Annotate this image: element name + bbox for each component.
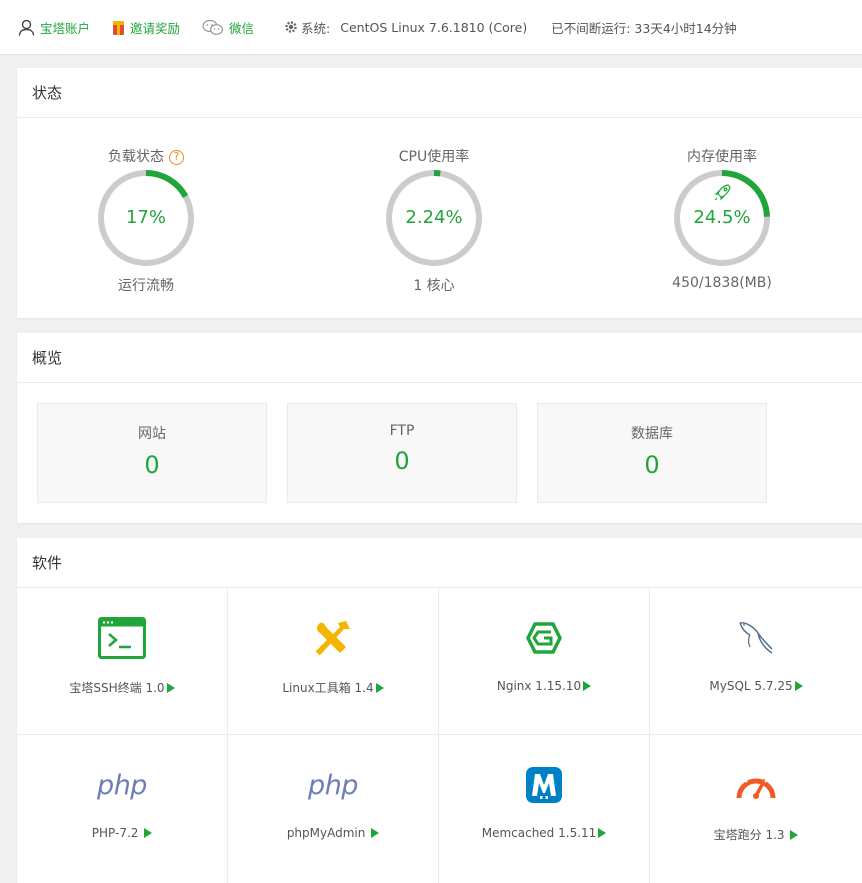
rocket-icon[interactable] [714,184,731,201]
software-item-ssh[interactable]: 宝塔SSH终端 1.0 [17,588,228,735]
gear-icon [285,21,297,33]
status-title: 状态 [17,68,862,118]
software-item-nginx[interactable]: Nginx 1.15.10 [439,588,650,735]
overview-card-label: 数据库 [631,426,673,442]
system-value: CentOS Linux 7.6.1810 (Core) [340,19,528,35]
cpu-gauge-value: 2.24% [405,207,463,228]
software-panel: 软件 宝塔SSH终端 1.0 Linux工具箱 1.4 Nginx 1.15.1… [17,538,862,883]
play-icon [790,830,799,840]
software-item-label: Nginx 1.15.10 [496,679,582,693]
php-logo-text: php [97,769,147,801]
software-item-memcached[interactable]: Memcached 1.5.11 [439,735,650,883]
php-icon: php [97,763,147,807]
overview-card-value: 0 [144,451,160,479]
software-item-php[interactable]: php PHP-7.2 [17,735,228,883]
gift-icon [113,20,125,35]
php-icon: php [308,763,358,807]
software-item-label: PHP-7.2 [91,826,139,840]
software-item-benchmark[interactable]: 宝塔跑分 1.3 [650,735,862,883]
overview-card-value: 0 [644,451,660,479]
overview-panel: 概览 网站 0 FTP 0 数据库 0 [17,333,862,523]
wechat-link[interactable]: 微信 [202,18,254,37]
system-info: 系统: CentOS Linux 7.6.1810 (Core) [284,18,527,37]
software-item-label-row: 宝塔SSH终端 1.0 [17,679,227,696]
play-icon [794,681,803,691]
user-icon [18,19,35,36]
load-gauge-title-row: 负载状态? [46,146,246,166]
wechat-label: 微信 [229,20,255,36]
software-item-label-row: Linux工具箱 1.4 [228,679,438,696]
terminal-icon [98,616,146,660]
software-item-mysql[interactable]: MySQL 5.7.25 [650,588,862,735]
memory-gauge-sub: 450/1838(MB) [672,275,772,291]
uptime-text: 已不间断运行: 33天4小时14分钟 [551,20,737,36]
overview-card-value: 0 [394,447,410,475]
software-item-label: MySQL 5.7.25 [709,679,793,693]
overview-card-sites[interactable]: 网站 0 [37,403,267,503]
invite-link[interactable]: 邀请奖励 [112,18,180,37]
play-icon [583,681,592,691]
overview-card-databases[interactable]: 数据库 0 [537,403,767,503]
software-item-label-row: phpMyAdmin [228,826,438,840]
overview-title: 概览 [17,333,862,383]
load-gauge-sub: 运行流畅 [118,278,174,294]
software-item-label-row: Nginx 1.15.10 [439,679,649,693]
memcached-icon [526,763,562,807]
play-icon [371,828,380,838]
play-icon [598,828,607,838]
memory-gauge-title: 内存使用率 [687,149,757,165]
software-item-label: 宝塔SSH终端 1.0 [69,681,165,695]
software-item-phpmyadmin[interactable]: php phpMyAdmin [228,735,439,883]
overview-card-label: FTP [389,423,415,439]
software-item-label: 宝塔跑分 1.3 [713,828,785,842]
nginx-icon [526,616,562,660]
load-gauge-title: 负载状态 [108,149,164,165]
status-panel: 状态 负载状态? 17% 运行流畅 CPU使用率 2.24% 1 核心 内存使用… [17,68,862,318]
play-icon [166,683,175,693]
overview-card-label: 网站 [138,426,166,442]
system-label: 系统: [301,20,331,36]
software-item-linux-tools[interactable]: Linux工具箱 1.4 [228,588,439,735]
speedometer-icon [735,763,777,807]
software-item-label: Linux工具箱 1.4 [282,681,374,695]
top-bar: 宝塔账户 邀请奖励 微信 系统: CentOS Linux 7.6.1810 (… [0,0,862,55]
wechat-icon [202,19,224,35]
software-item-label: Memcached 1.5.11 [481,826,597,840]
account-link[interactable]: 宝塔账户 [18,18,90,37]
cpu-gauge-sub: 1 核心 [413,278,455,294]
overview-card-ftp[interactable]: FTP 0 [287,403,517,503]
software-item-label-row: PHP-7.2 [17,826,227,840]
software-title: 软件 [17,538,862,588]
gauges: 负载状态? 17% 运行流畅 CPU使用率 2.24% 1 核心 内存使用率 2… [17,118,862,318]
software-item-label-row: MySQL 5.7.25 [650,679,862,693]
play-icon [144,828,153,838]
cpu-gauge-title: CPU使用率 [398,149,470,165]
software-item-label-row: 宝塔跑分 1.3 [650,826,862,843]
mysql-dolphin-icon [736,616,776,660]
invite-label: 邀请奖励 [130,20,181,36]
memory-gauge-value: 24.5% [693,207,751,228]
play-icon [375,683,384,693]
account-label: 宝塔账户 [40,20,91,36]
software-item-label-row: Memcached 1.5.11 [439,826,649,840]
php-logo-text: php [308,769,358,801]
software-item-label: phpMyAdmin [286,826,366,840]
load-gauge-value: 17% [125,207,166,228]
help-icon[interactable]: ? [169,150,184,165]
software-grid: 宝塔SSH终端 1.0 Linux工具箱 1.4 Nginx 1.15.10 M… [17,588,862,883]
tools-icon [314,616,352,660]
